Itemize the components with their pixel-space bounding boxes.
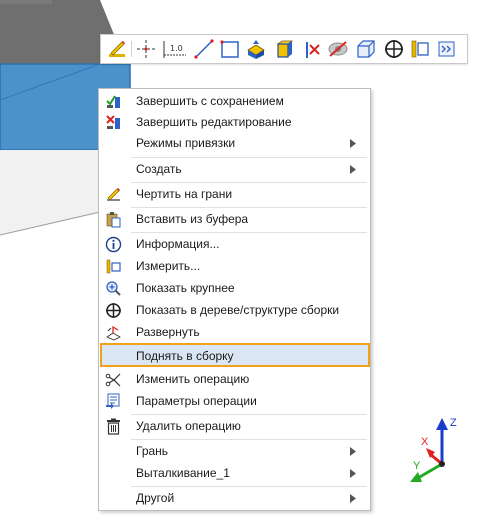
- cube-icon[interactable]: [355, 38, 377, 60]
- z-axis-label: Z: [450, 417, 457, 429]
- menu-item-extrusion[interactable]: Выталкивание_1: [101, 463, 368, 484]
- menu-item-edit-operation[interactable]: Изменить операцию: [101, 369, 368, 390]
- menu-item-snap-modes[interactable]: Режимы привязки: [101, 133, 368, 154]
- x-axis-label: X: [421, 436, 429, 448]
- submenu-arrow-icon: [350, 447, 356, 456]
- measure-icon: [105, 258, 122, 275]
- finish-edit-icon: [105, 114, 122, 131]
- menu-item-sketch-on-face[interactable]: Чертить на грани: [101, 184, 368, 205]
- floating-toolbar: 1.0: [100, 34, 468, 64]
- y-axis-label: Y: [413, 460, 421, 472]
- menu-item-other[interactable]: Другой: [101, 488, 368, 509]
- axis-line-icon[interactable]: [135, 38, 157, 60]
- operation-params-icon: [105, 393, 122, 410]
- menu-separator: [131, 439, 367, 440]
- expand-icon[interactable]: [437, 38, 457, 60]
- locate-in-tree-icon: [105, 302, 122, 319]
- finish-save-icon: [105, 93, 122, 110]
- menu-separator: [131, 182, 367, 183]
- submenu-arrow-icon: [350, 469, 356, 478]
- sketch-on-face-icon[interactable]: [106, 38, 128, 60]
- rectangle-icon[interactable]: [219, 38, 241, 60]
- submenu-arrow-icon: [350, 165, 356, 174]
- measure-icon[interactable]: [409, 38, 431, 60]
- extrude-icon[interactable]: [245, 38, 267, 60]
- menu-item-raise-to-assembly[interactable]: Поднять в сборку: [100, 343, 370, 367]
- menu-item-face[interactable]: Грань: [101, 441, 368, 462]
- menu-separator: [131, 486, 367, 487]
- menu-separator: [131, 207, 367, 208]
- menu-item-unfold[interactable]: Развернуть: [101, 322, 368, 343]
- menu-item-finish-edit[interactable]: Завершить редактирование: [101, 112, 368, 133]
- y-axis: [417, 462, 443, 480]
- menu-item-operation-params[interactable]: Параметры операции: [101, 391, 368, 412]
- menu-item-paste[interactable]: Вставить из буфера: [101, 209, 368, 230]
- snap-target-icon[interactable]: [383, 38, 405, 60]
- menu-item-create[interactable]: Создать: [101, 159, 368, 180]
- submenu-arrow-icon: [350, 139, 356, 148]
- menu-separator: [131, 157, 367, 158]
- delete-icon: [105, 418, 122, 435]
- submenu-arrow-icon: [350, 494, 356, 503]
- menu-separator: [131, 414, 367, 415]
- sketch-on-face-icon: [105, 186, 122, 203]
- menu-item-show-in-tree[interactable]: Показать в дереве/структуре сборки: [101, 300, 368, 321]
- split-icon[interactable]: [301, 38, 323, 60]
- model-lower-face: [0, 150, 100, 235]
- menu-item-finish-save[interactable]: Завершить с сохранением: [101, 91, 368, 112]
- dimension-icon[interactable]: 1.0: [161, 38, 189, 60]
- 3d-viewport[interactable]: 1.0 Завершить с сохранением Завершить ре…: [0, 0, 493, 530]
- unfold-icon: [105, 324, 122, 341]
- menu-item-delete-operation[interactable]: Удалить операцию: [101, 416, 368, 437]
- hide-icon[interactable]: [327, 38, 349, 60]
- zoom-in-icon: [105, 280, 122, 297]
- menu-item-measure[interactable]: Измерить...: [101, 256, 368, 277]
- context-menu: Завершить с сохранением Завершить редакт…: [98, 88, 371, 511]
- info-icon: [105, 236, 122, 253]
- paste-icon: [105, 211, 122, 228]
- line-icon[interactable]: [193, 38, 215, 60]
- menu-item-info[interactable]: Информация...: [101, 234, 368, 255]
- svg-text:1.0: 1.0: [170, 44, 183, 53]
- menu-separator: [131, 232, 367, 233]
- menu-item-zoom-in[interactable]: Показать крупнее: [101, 278, 368, 299]
- box-icon[interactable]: [273, 38, 295, 60]
- axis-triad: Z X Y: [410, 417, 457, 482]
- edit-operation-icon: [105, 371, 122, 388]
